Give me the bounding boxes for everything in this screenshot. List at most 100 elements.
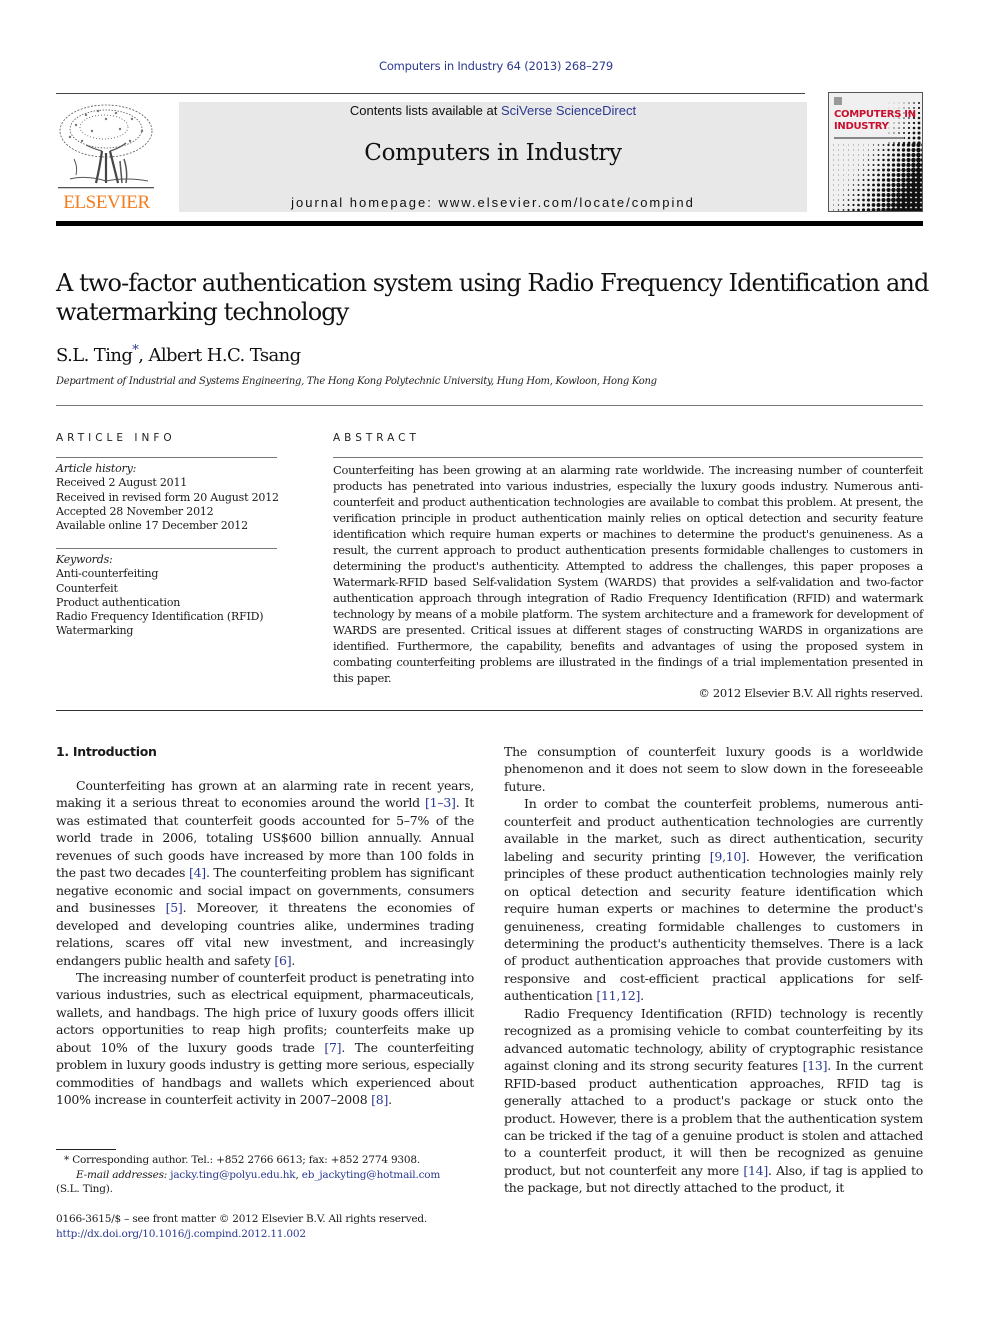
footnote-corresponding: * Corresponding author. Tel.: +852 2766 … <box>56 1153 476 1168</box>
halftone-dot <box>872 173 875 177</box>
journal-cover-thumbnail[interactable]: COMPUTERS IN INDUSTRY <box>828 92 923 212</box>
citation-link[interactable]: [11,12] <box>596 988 640 1003</box>
halftone-dot <box>906 172 911 178</box>
cover-publisher-icon <box>834 97 842 105</box>
halftone-dot <box>913 102 915 104</box>
history-item: Accepted 28 November 2012 <box>56 504 214 518</box>
halftone-dot <box>848 169 849 171</box>
halftone-dot <box>876 203 881 207</box>
halftone-dot <box>901 182 906 188</box>
halftone-dot <box>886 173 891 177</box>
halftone-dot <box>900 192 907 198</box>
halftone-dot <box>833 194 834 196</box>
halftone-dot <box>877 168 880 172</box>
halftone-dot <box>905 177 912 183</box>
keyword-item: Watermarking <box>56 624 134 638</box>
halftone-dot <box>843 174 844 176</box>
citation-link[interactable]: [9,10] <box>710 849 746 864</box>
citation-link[interactable]: [5] <box>166 900 183 915</box>
halftone-dot <box>847 189 850 191</box>
halftone-dot <box>853 169 854 171</box>
halftone-dot <box>853 149 854 151</box>
citation-link[interactable]: [6] <box>274 953 291 968</box>
halftone-dot <box>843 189 844 191</box>
elsevier-tree-icon <box>58 104 154 189</box>
halftone-dot <box>915 202 922 208</box>
email-link[interactable]: jacky.ting@polyu.edu.hk <box>170 1169 295 1181</box>
author-list: S.L. Ting*, Albert H.C. Tsang <box>56 343 301 366</box>
halftone-dot <box>888 142 890 144</box>
halftone-dot <box>861 208 866 211</box>
halftone-dot <box>857 179 860 181</box>
divider <box>333 457 923 458</box>
halftone-dot <box>916 147 921 153</box>
halftone-dot <box>843 144 844 146</box>
halftone-dot <box>838 144 839 146</box>
halftone-dot <box>833 144 834 146</box>
halftone-dot <box>896 187 901 193</box>
halftone-dot <box>882 144 885 146</box>
halftone-dot <box>917 106 921 110</box>
halftone-dot <box>891 187 896 193</box>
halftone-dot <box>848 159 849 161</box>
halftone-dot <box>887 143 890 147</box>
keyword-item: Anti-counterfeiting <box>56 567 159 581</box>
halftone-dot <box>905 187 912 193</box>
halftone-dot <box>892 143 895 147</box>
header-rule <box>56 93 805 94</box>
halftone-dot <box>881 207 886 211</box>
halftone-dot <box>896 163 901 167</box>
halftone-dot <box>872 144 875 146</box>
halftone-dot <box>906 153 911 157</box>
halftone-dot <box>843 149 844 151</box>
halftone-dot <box>852 198 855 202</box>
front-matter: 0166-3615/$ – see front matter © 2012 El… <box>56 1212 486 1241</box>
halftone-dot <box>891 178 896 182</box>
contents-prefix: Contents lists available at <box>349 103 501 118</box>
halftone-dot <box>882 153 885 157</box>
halftone-dot <box>847 184 850 186</box>
halftone-dot <box>852 184 855 186</box>
halftone-dot <box>895 207 902 211</box>
halftone-dot <box>858 144 859 146</box>
halftone-dot <box>891 173 896 177</box>
halftone-dot <box>920 172 922 178</box>
halftone-dot <box>900 202 907 208</box>
halftone-dot <box>833 159 834 161</box>
halftone-dot <box>857 184 860 186</box>
halftone-dot <box>886 168 891 172</box>
article-info-heading: ARTICLE INFO <box>56 432 176 444</box>
email-link[interactable]: eb_jackyting@hotmail.com <box>302 1169 441 1181</box>
halftone-dot <box>867 173 870 177</box>
citation-link[interactable]: [7] <box>324 1040 341 1055</box>
halftone-dot <box>901 148 906 152</box>
citation-link[interactable]: [1–3] <box>425 795 456 810</box>
citation-link[interactable]: [4] <box>189 865 206 880</box>
homepage-link[interactable]: www.elsevier.com/locate/compind <box>438 195 694 210</box>
halftone-dot <box>920 197 922 203</box>
article-title: A two-factor authentication system using… <box>56 269 929 326</box>
halftone-dot <box>920 157 922 163</box>
halftone-dot <box>893 142 895 144</box>
halftone-dot <box>906 148 911 152</box>
citation-link[interactable]: [13] <box>803 1058 828 1073</box>
halftone-dot <box>862 169 865 171</box>
citation-link[interactable]: [8] <box>371 1092 388 1107</box>
halftone-dot <box>911 167 916 173</box>
halftone-dot <box>867 193 870 197</box>
citation-link[interactable]: [14] <box>743 1163 768 1178</box>
halftone-dot <box>838 149 839 151</box>
journal-citation[interactable]: Computers in Industry 64 (2013) 268–279 <box>0 59 992 73</box>
halftone-dot <box>918 102 920 104</box>
halftone-dot <box>837 199 840 201</box>
halftone-dot <box>876 193 881 197</box>
halftone-dot <box>902 141 906 145</box>
doi-link[interactable]: http://dx.doi.org/10.1016/j.compind.2012… <box>56 1227 486 1242</box>
halftone-dot <box>912 141 916 145</box>
keyword-item: Radio Frequency Identification (RFID) <box>56 610 264 624</box>
halftone-dot <box>862 203 865 207</box>
sciencedirect-link[interactable]: SciVerse ScienceDirect <box>501 103 636 118</box>
halftone-dot <box>910 172 917 178</box>
halftone-dot <box>852 194 855 196</box>
abstract-text: Counterfeiting has been growing at an al… <box>333 463 923 685</box>
